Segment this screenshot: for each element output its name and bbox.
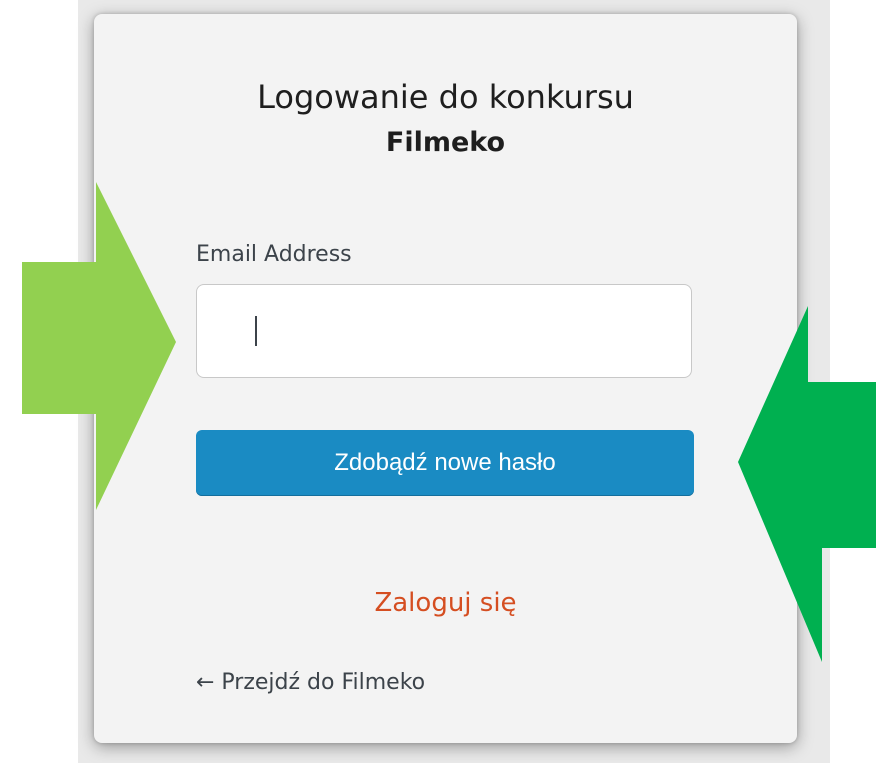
screenshot-stage: Logowanie do konkursu Filmeko Email Addr… bbox=[0, 0, 876, 763]
arrow-left-icon bbox=[738, 306, 876, 662]
